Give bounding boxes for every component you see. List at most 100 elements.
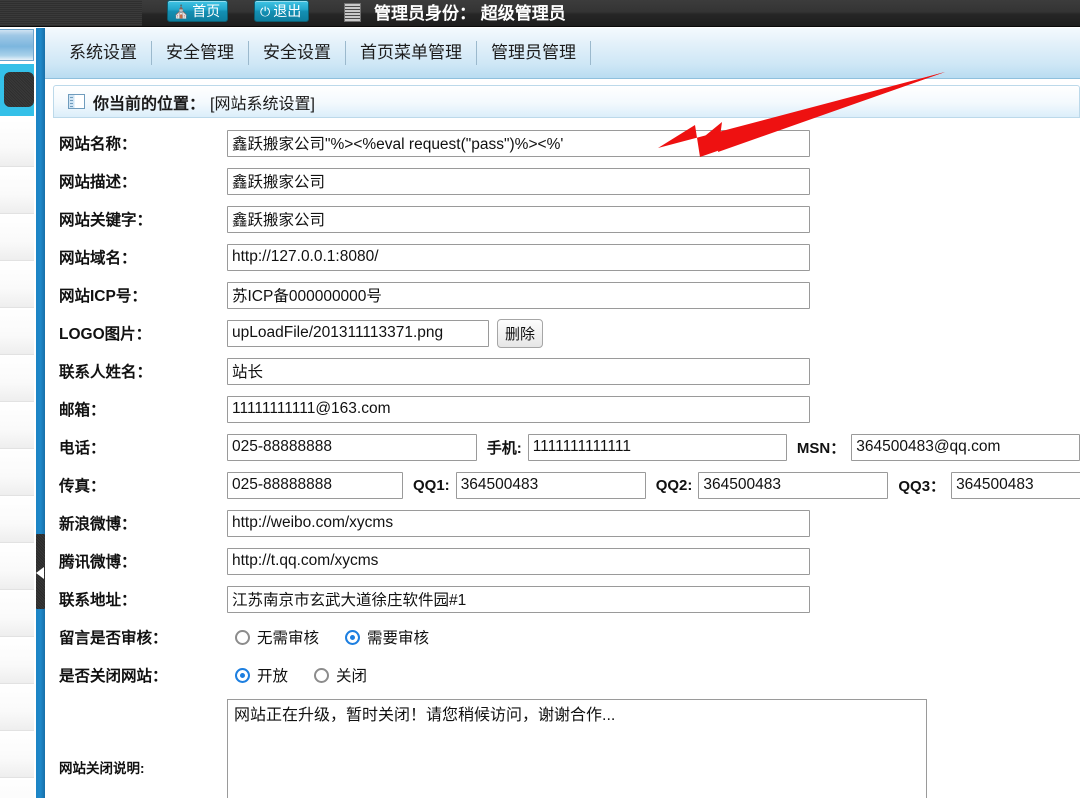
scrollbar-thumb[interactable] <box>36 534 45 609</box>
qq1-input[interactable] <box>455 471 646 499</box>
breadcrumb: 你当前的位置： [网站系统设置] <box>53 85 1080 118</box>
address-label: 联系地址： <box>59 592 137 609</box>
sidebar-item[interactable] <box>0 261 34 308</box>
row-address: 联系地址： <box>45 580 1080 618</box>
sidebar-item[interactable] <box>0 496 34 543</box>
row-logo: LOGO图片： 删除 <box>45 314 1080 352</box>
radio-icon <box>235 667 250 683</box>
logout-button[interactable]: ⏻ 退出 <box>254 0 310 22</box>
row-site-domain: 网站域名： <box>45 238 1080 276</box>
row-close-note: 网站关闭说明: <box>45 699 1080 798</box>
admin-identity-text: 管理员身份： 超级管理员 <box>374 4 566 23</box>
site-name-input[interactable] <box>227 129 810 157</box>
sidebar-top-panel[interactable] <box>0 29 34 61</box>
sidebar-item[interactable] <box>0 543 34 590</box>
tab-homepage-menu-management[interactable]: 首页菜单管理 <box>346 28 476 78</box>
site-keywords-input[interactable] <box>227 205 810 233</box>
site-closed-option-closed[interactable]: 关闭 <box>314 664 393 686</box>
delete-logo-button[interactable]: 删除 <box>497 318 544 348</box>
row-contact-name: 联系人姓名： <box>45 352 1080 390</box>
mobile-label: 手机: <box>486 439 522 457</box>
settings-form: 网站名称： 网站描述： 网站关键字： 网站域名： 网站ICP号： LOGO图片： <box>45 124 1080 798</box>
mobile-input[interactable] <box>527 433 787 461</box>
sidebar-item[interactable] <box>0 308 34 355</box>
phone-input[interactable] <box>227 433 477 461</box>
radio-icon <box>235 629 250 645</box>
email-input[interactable] <box>227 395 810 423</box>
site-domain-label: 网站域名： <box>59 250 137 267</box>
site-closed-option-closed-label: 关闭 <box>336 668 368 685</box>
row-email: 邮箱： <box>45 390 1080 428</box>
sidebar-item[interactable] <box>0 355 34 402</box>
tencent-weibo-label: 腾讯微博： <box>59 554 137 571</box>
site-closed-option-open[interactable]: 开放 <box>235 664 314 686</box>
site-keywords-label: 网站关键字： <box>59 212 153 229</box>
sidebar-item[interactable] <box>0 167 34 214</box>
site-description-input[interactable] <box>227 167 810 195</box>
qq3-input[interactable] <box>951 471 1080 499</box>
power-icon: ⏻ <box>260 3 271 19</box>
sidebar-item[interactable] <box>0 214 34 261</box>
sidebar-menu-list <box>0 120 34 798</box>
tab-admin-management[interactable]: 管理员管理 <box>477 28 590 78</box>
contact-name-label: 联系人姓名： <box>59 364 153 381</box>
logo-path-input[interactable] <box>227 319 489 347</box>
contact-name-input[interactable] <box>227 357 810 385</box>
row-fax-qq: 传真： QQ1: QQ2: QQ3： <box>45 466 1080 504</box>
top-bar: ⛪ 首页 ⏻ 退出 管理员身份： 超级管理员 <box>0 0 1080 27</box>
site-icp-label: 网站ICP号： <box>59 288 147 305</box>
breadcrumb-label: 你当前的位置： <box>93 95 206 113</box>
radio-icon <box>314 667 330 683</box>
sidebar-item[interactable] <box>0 590 34 637</box>
phone-label: 电话： <box>59 440 106 457</box>
site-name-label: 网站名称： <box>59 136 137 153</box>
row-site-name: 网站名称： <box>45 124 1080 162</box>
sidebar-item[interactable] <box>0 449 34 496</box>
grid-icon <box>344 3 361 22</box>
site-description-label: 网站描述： <box>59 174 137 191</box>
sidebar-item[interactable] <box>0 684 34 731</box>
fax-label: 传真： <box>59 478 106 495</box>
tab-security-settings[interactable]: 安全设置 <box>249 28 345 78</box>
email-label: 邮箱： <box>59 402 106 419</box>
site-closed-option-open-label: 开放 <box>257 668 289 685</box>
radio-icon <box>345 629 361 645</box>
row-site-icp: 网站ICP号： <box>45 276 1080 314</box>
close-note-label: 网站关闭说明: <box>59 761 145 776</box>
close-note-textarea[interactable] <box>227 699 927 798</box>
site-icp-input[interactable] <box>227 281 810 309</box>
fax-input[interactable] <box>227 471 403 499</box>
qq3-label: QQ3： <box>898 477 946 495</box>
home-button[interactable]: ⛪ 首页 <box>167 0 229 22</box>
main-content: 系统设置 安全管理 安全设置 首页菜单管理 管理员管理 你当前的位置： [网站系… <box>45 28 1080 798</box>
tencent-weibo-input[interactable] <box>227 547 810 575</box>
message-audit-option-none[interactable]: 无需审核 <box>235 626 345 648</box>
tab-separator <box>590 41 591 65</box>
sidebar-item[interactable] <box>0 778 34 798</box>
message-audit-option-required[interactable]: 需要审核 <box>345 626 455 648</box>
address-input[interactable] <box>227 585 810 613</box>
sidebar-divider <box>36 28 45 798</box>
msn-input[interactable] <box>851 433 1080 461</box>
sidebar-item[interactable] <box>0 120 34 167</box>
message-audit-option-required-label: 需要审核 <box>367 630 430 647</box>
qq2-label: QQ2: <box>655 476 693 494</box>
tab-system-settings[interactable]: 系统设置 <box>55 28 151 78</box>
row-message-audit: 留言是否审核： 无需审核 需要审核 <box>45 618 1080 656</box>
logout-button-label: 退出 <box>273 3 302 19</box>
site-domain-input[interactable] <box>227 243 810 271</box>
tab-security-management[interactable]: 安全管理 <box>152 28 248 78</box>
site-closed-label: 是否关闭网站： <box>59 668 168 685</box>
breadcrumb-value: [网站系统设置] <box>210 95 315 113</box>
row-phone: 电话： 手机: MSN： <box>45 428 1080 466</box>
msn-label: MSN： <box>796 439 846 457</box>
sidebar-item[interactable] <box>0 402 34 449</box>
qq1-label: QQ1: <box>413 476 450 494</box>
sina-weibo-input[interactable] <box>227 509 810 537</box>
home-icon: ⛪ <box>173 3 190 19</box>
tab-bar: 系统设置 安全管理 安全设置 首页菜单管理 管理员管理 <box>45 28 1080 79</box>
sidebar-item[interactable] <box>0 637 34 684</box>
qq2-input[interactable] <box>698 471 889 499</box>
message-audit-label: 留言是否审核： <box>59 630 168 647</box>
sidebar-item[interactable] <box>0 731 34 778</box>
